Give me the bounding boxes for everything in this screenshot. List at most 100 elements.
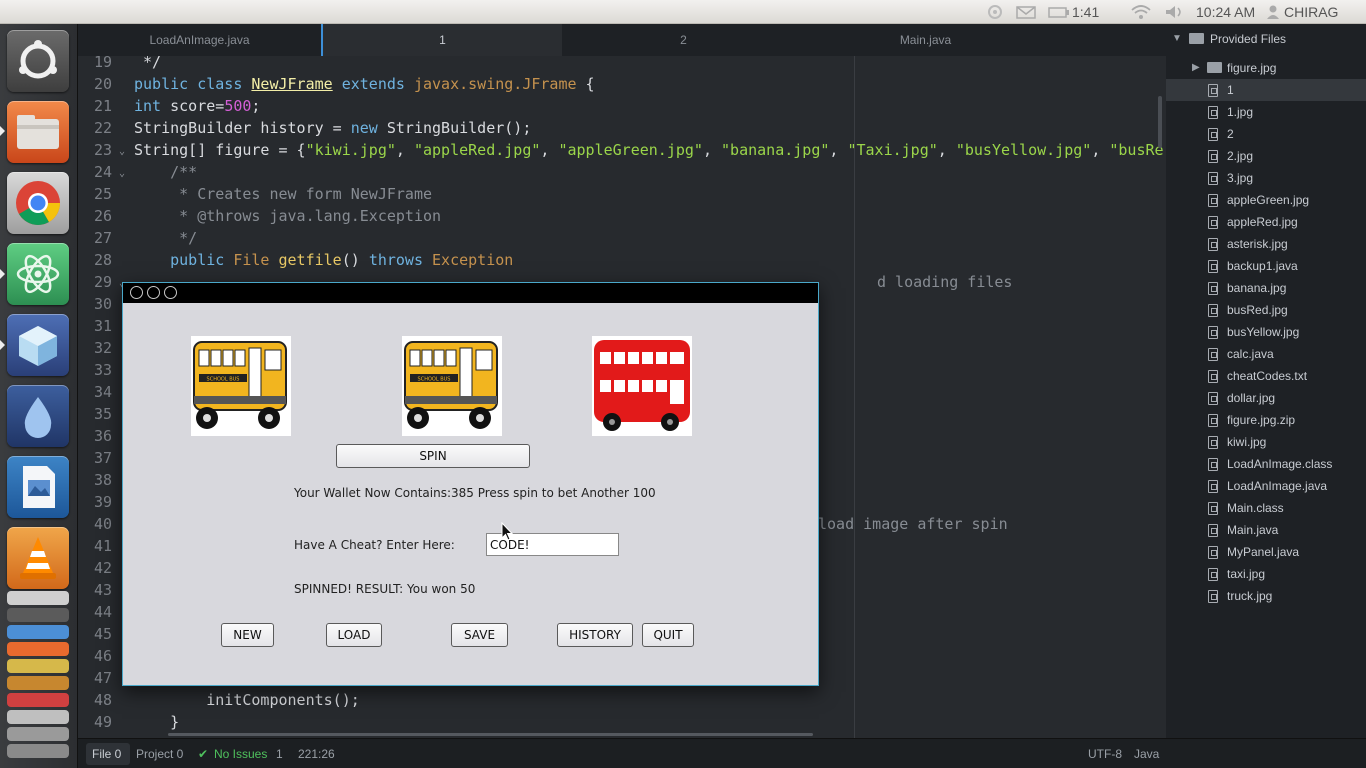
box-app-icon[interactable] (7, 314, 69, 376)
drop-app-icon[interactable] (7, 385, 69, 447)
tree-item[interactable]: cheatCodes.txt (1166, 365, 1366, 387)
line-number: 37 (93, 449, 112, 467)
files-icon[interactable] (7, 101, 69, 163)
tree-item[interactable]: busRed.jpg (1166, 299, 1366, 321)
code-type: File (233, 251, 270, 269)
status-line-indicator[interactable]: 1 (276, 739, 283, 768)
horizontal-scrollbar[interactable] (168, 733, 813, 736)
launcher-stacked-item[interactable] (7, 608, 69, 622)
minimize-icon[interactable] (147, 286, 160, 299)
chrome-icon[interactable] (7, 172, 69, 234)
status-grammar[interactable]: Java (1134, 739, 1159, 768)
spin-button[interactable]: SPIN (336, 444, 530, 468)
tree-item[interactable]: MyPanel.java (1166, 541, 1366, 563)
user-icon[interactable] (1266, 0, 1280, 24)
launcher-stacked-item[interactable] (7, 744, 69, 758)
battery-icon[interactable] (1048, 0, 1070, 24)
launcher-stacked-item[interactable] (7, 676, 69, 690)
tree-item[interactable]: 1.jpg (1166, 101, 1366, 123)
launcher-stacked-item[interactable] (7, 727, 69, 741)
user-name[interactable]: CHIRAG (1284, 0, 1338, 24)
tree-item[interactable]: appleGreen.jpg (1166, 189, 1366, 211)
tab-loadanimage-java[interactable]: LoadAnImage.java (78, 24, 321, 56)
ubuntu-dash-icon[interactable] (7, 30, 69, 92)
tree-item-label: figure.jpg.zip (1227, 413, 1296, 427)
line-number: 38 (93, 471, 112, 489)
tree-item[interactable]: Main.class (1166, 497, 1366, 519)
tree-item-label: Main.class (1227, 501, 1284, 515)
tree-item[interactable]: kiwi.jpg (1166, 431, 1366, 453)
file-icon (1208, 238, 1218, 251)
tree-item[interactable]: backup1.java (1166, 255, 1366, 277)
cheat-label: Have A Cheat? Enter Here: (294, 538, 455, 552)
history-button[interactable]: HISTORY (557, 623, 633, 647)
tree-item[interactable]: asterisk.jpg (1166, 233, 1366, 255)
file-icon (1208, 84, 1218, 97)
load-button[interactable]: LOAD (326, 623, 382, 647)
atom-icon[interactable] (7, 243, 69, 305)
tree-root-provided-files[interactable]: ▼ Provided Files (1166, 28, 1366, 50)
code-line-24: /** (134, 163, 197, 181)
tree-item[interactable]: 2.jpg (1166, 145, 1366, 167)
tree-item[interactable]: appleRed.jpg (1166, 211, 1366, 233)
code-line-21: int score=500; (134, 97, 260, 115)
code-line-40-fragment: load image after spin (818, 515, 1008, 533)
launcher-stacked-item[interactable] (7, 591, 69, 605)
fold-chevron-icon[interactable]: ⌄ (119, 146, 125, 157)
tree-item[interactable]: dollar.jpg (1166, 387, 1366, 409)
tree-item[interactable]: taxi.jpg (1166, 563, 1366, 585)
tree-item[interactable]: LoadAnImage.class (1166, 453, 1366, 475)
launcher-stacked-item[interactable] (7, 625, 69, 639)
slot-image-2: SCHOOL BUS (402, 336, 502, 436)
tree-item[interactable]: calc.java (1166, 343, 1366, 365)
launcher-stacked-item[interactable] (7, 710, 69, 724)
tree-item[interactable]: 3.jpg (1166, 167, 1366, 189)
code-text: { (576, 75, 595, 93)
slot-image-1: SCHOOL BUS (191, 336, 291, 436)
tree-item[interactable]: 2 (1166, 123, 1366, 145)
window-titlebar[interactable] (123, 283, 818, 303)
tab-main-java[interactable]: Main.java (805, 24, 1046, 56)
vlc-icon[interactable] (7, 527, 69, 589)
folder-icon (1207, 62, 1222, 73)
status-cursor-position[interactable]: 221:26 (298, 739, 335, 768)
quit-button[interactable]: QUIT (642, 623, 694, 647)
tab-2[interactable]: 2 (562, 24, 805, 56)
clock[interactable]: 10:24 AM (1196, 0, 1255, 24)
settings-icon[interactable] (986, 0, 1004, 24)
tree-item[interactable]: busYellow.jpg (1166, 321, 1366, 343)
status-project-count[interactable]: Project 0 (136, 739, 183, 768)
mail-icon[interactable] (1016, 0, 1036, 24)
status-encoding[interactable]: UTF-8 (1088, 739, 1122, 768)
vertical-scrollbar[interactable] (1158, 96, 1162, 148)
code-string: "banana.jpg" (721, 141, 830, 159)
fold-chevron-icon[interactable]: ⌄ (119, 168, 125, 179)
tree-item[interactable]: truck.jpg (1166, 585, 1366, 607)
tree-item[interactable]: 1 (1166, 79, 1366, 101)
tree-item[interactable]: figure.jpg.zip (1166, 409, 1366, 431)
code-string: "kiwi.jpg" (305, 141, 396, 159)
file-icon (1208, 348, 1218, 361)
close-icon[interactable] (130, 286, 143, 299)
file-icon (1208, 392, 1218, 405)
tree-item-label: banana.jpg (1227, 281, 1287, 295)
new-button[interactable]: NEW (221, 623, 274, 647)
volume-icon[interactable] (1164, 0, 1184, 24)
tree-item[interactable]: Main.java (1166, 519, 1366, 541)
maximize-icon[interactable] (164, 286, 177, 299)
tree-item[interactable]: banana.jpg (1166, 277, 1366, 299)
code-type: Exception (432, 251, 514, 269)
status-issues[interactable]: No Issues (214, 739, 267, 768)
wifi-icon[interactable] (1130, 0, 1152, 24)
impress-icon[interactable] (7, 456, 69, 518)
tab-1[interactable]: 1 (321, 24, 562, 56)
launcher-stacked-item[interactable] (7, 659, 69, 673)
launcher-stacked-item[interactable] (7, 693, 69, 707)
save-button[interactable]: SAVE (451, 623, 508, 647)
slot-machine-window: SCHOOL BUS SCHOOL BUS SPIN Your Wallet N… (122, 282, 819, 686)
tree-item[interactable]: LoadAnImage.java (1166, 475, 1366, 497)
launcher-stacked-item[interactable] (7, 642, 69, 656)
line-number: 48 (93, 691, 112, 709)
tree-item[interactable]: ▶ figure.jpg (1166, 57, 1366, 79)
status-file-count[interactable]: File 0 (86, 743, 130, 765)
